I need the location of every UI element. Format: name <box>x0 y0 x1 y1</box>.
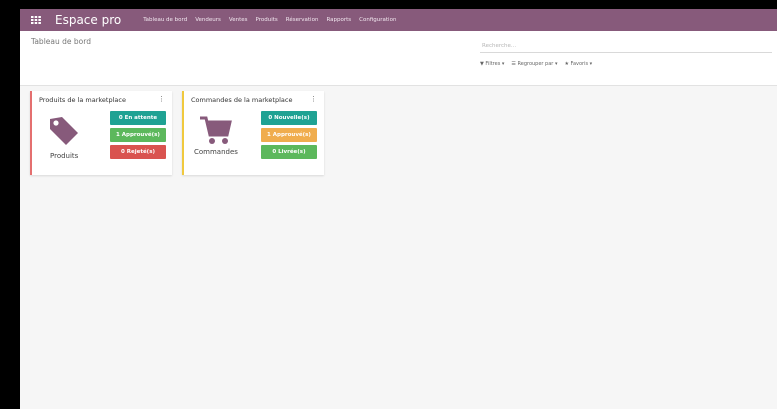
tile-caption: Commandes <box>194 148 238 156</box>
menu-item-configuration[interactable]: Configuration <box>359 17 396 23</box>
tile-marketplace-orders: Commandes de la marketplace ⋮ Commandes … <box>182 91 324 175</box>
search-input[interactable] <box>480 40 772 53</box>
approved-button[interactable]: 1 Approuvé(s) <box>261 128 317 142</box>
menu-item-sellers[interactable]: Vendeurs <box>195 17 221 23</box>
tile-title: Produits de la marketplace <box>39 96 126 104</box>
shopping-cart-icon[interactable] <box>198 113 234 149</box>
kebab-menu-icon[interactable]: ⋮ <box>158 95 165 103</box>
tile-caption: Produits <box>50 152 79 160</box>
apps-grid-icon[interactable] <box>29 9 43 31</box>
menu-item-dashboard[interactable]: Tableau de bord <box>143 17 187 23</box>
tile-title: Commandes de la marketplace <box>191 96 293 104</box>
menu-item-reports[interactable]: Rapports <box>326 17 351 23</box>
tag-icon[interactable] <box>46 113 82 149</box>
breadcrumb: Tableau de bord <box>31 37 91 46</box>
menu-item-sales[interactable]: Ventes <box>229 17 248 23</box>
delivered-button[interactable]: 0 Livrée(s) <box>261 145 317 159</box>
top-navbar: Espace pro Tableau de bord Vendeurs Vent… <box>20 9 777 31</box>
tile-marketplace-products: Produits de la marketplace ⋮ Produits 0 … <box>30 91 172 175</box>
dashboard: Produits de la marketplace ⋮ Produits 0 … <box>30 91 324 175</box>
menu-item-products[interactable]: Produits <box>256 17 278 23</box>
new-button[interactable]: 0 Nouvelle(s) <box>261 111 317 125</box>
app-brand[interactable]: Espace pro <box>55 13 121 27</box>
favorites-button[interactable]: ★ Favoris ▾ <box>564 61 592 67</box>
kebab-menu-icon[interactable]: ⋮ <box>310 95 317 103</box>
main-menu: Tableau de bord Vendeurs Ventes Produits… <box>143 17 396 23</box>
rejected-button[interactable]: 0 Rejeté(s) <box>110 145 166 159</box>
filters-button[interactable]: ▼ Filtres ▾ <box>480 61 504 67</box>
menu-item-reservation[interactable]: Réservation <box>286 17 319 23</box>
approved-button[interactable]: 1 Approuvé(s) <box>110 128 166 142</box>
control-panel: Tableau de bord ▼ Filtres ▾ ☰ Regrouper … <box>20 31 777 86</box>
search-options: ▼ Filtres ▾ ☰ Regrouper par ▾ ★ Favoris … <box>480 61 592 67</box>
group-by-button[interactable]: ☰ Regrouper par ▾ <box>511 61 557 67</box>
app-screen: Espace pro Tableau de bord Vendeurs Vent… <box>20 9 777 409</box>
pending-button[interactable]: 0 En attente <box>110 111 166 125</box>
